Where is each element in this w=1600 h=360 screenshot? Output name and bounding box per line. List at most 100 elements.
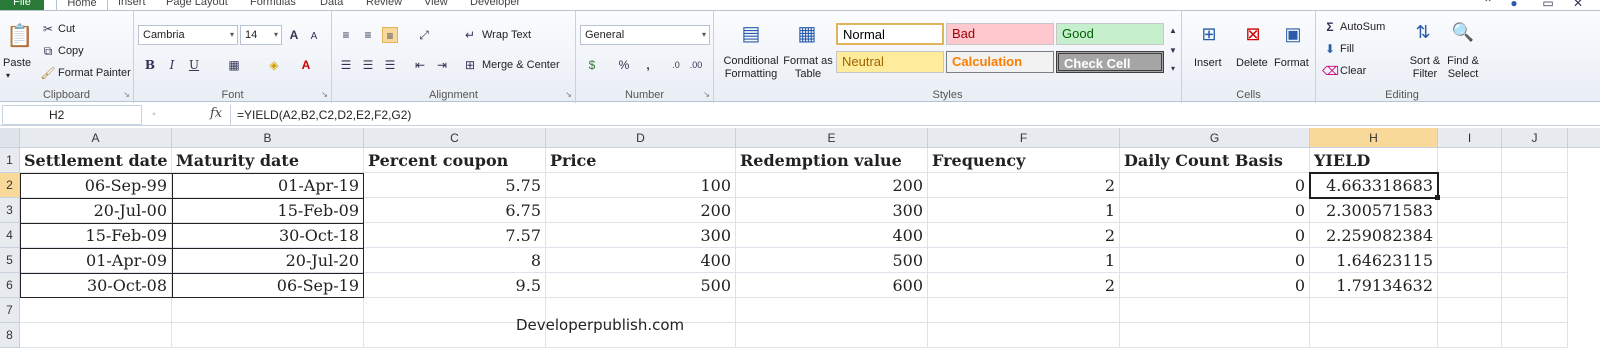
empty-cell[interactable] bbox=[1502, 148, 1568, 173]
font-launcher-icon[interactable]: ↘ bbox=[321, 90, 328, 99]
column-header-f[interactable]: F bbox=[928, 128, 1120, 148]
data-cell[interactable]: 1.64623115 bbox=[1310, 248, 1438, 273]
align-right-icon[interactable]: ☰ bbox=[382, 57, 398, 73]
format-painter-icon[interactable]: 🖌 bbox=[40, 65, 56, 81]
tab-insert[interactable]: Insert bbox=[118, 0, 146, 10]
delete-cells-icon[interactable]: ⊠ bbox=[1240, 21, 1266, 47]
alignment-launcher-icon[interactable]: ↘ bbox=[565, 90, 572, 99]
data-cell[interactable]: 7.57 bbox=[364, 223, 546, 248]
data-cell[interactable]: 0 bbox=[1120, 173, 1310, 198]
data-cell[interactable]: 01-Apr-09 bbox=[20, 248, 172, 273]
row-header[interactable]: 8 bbox=[0, 323, 20, 348]
empty-cell[interactable] bbox=[1502, 223, 1568, 248]
header-cell[interactable]: Redemption value bbox=[736, 148, 928, 173]
tab-page-layout[interactable]: Page Layout bbox=[166, 0, 228, 10]
name-box[interactable]: H2 bbox=[2, 105, 142, 125]
decrease-decimal-icon[interactable]: .00 bbox=[688, 57, 704, 73]
empty-cell[interactable] bbox=[928, 298, 1120, 323]
data-cell[interactable]: 30-Oct-08 bbox=[20, 273, 172, 298]
conditional-formatting-button[interactable]: Conditional Formatting bbox=[718, 55, 784, 81]
grow-font-icon[interactable]: A bbox=[286, 27, 302, 43]
empty-cell[interactable] bbox=[20, 298, 172, 323]
align-top-icon[interactable]: ≡ bbox=[338, 27, 354, 43]
data-cell[interactable]: 300 bbox=[736, 198, 928, 223]
number-launcher-icon[interactable]: ↘ bbox=[703, 90, 710, 99]
data-cell[interactable]: 100 bbox=[546, 173, 736, 198]
header-cell[interactable]: Daily Count Basis bbox=[1120, 148, 1310, 173]
column-header-b[interactable]: B bbox=[172, 128, 364, 148]
data-cell[interactable]: 6.75 bbox=[364, 198, 546, 223]
data-cell[interactable]: 2.259082384 bbox=[1310, 223, 1438, 248]
data-cell[interactable]: 2 bbox=[928, 273, 1120, 298]
data-cell[interactable]: 200 bbox=[546, 198, 736, 223]
empty-cell[interactable] bbox=[1438, 223, 1502, 248]
data-cell[interactable]: 01-Apr-19 bbox=[172, 173, 364, 198]
data-cell[interactable]: 1.79134632 bbox=[1310, 273, 1438, 298]
row-header[interactable]: 2 bbox=[0, 173, 20, 198]
column-header-e[interactable]: E bbox=[736, 128, 928, 148]
column-header-h[interactable]: H bbox=[1310, 128, 1438, 148]
column-header-c[interactable]: C bbox=[364, 128, 546, 148]
data-cell[interactable]: 9.5 bbox=[364, 273, 546, 298]
empty-cell[interactable] bbox=[1438, 198, 1502, 223]
insert-cells-icon[interactable]: ⊞ bbox=[1196, 21, 1222, 47]
empty-cell[interactable] bbox=[1438, 323, 1502, 348]
find-select-icon[interactable]: 🔍 bbox=[1450, 19, 1476, 45]
row-header[interactable]: 4 bbox=[0, 223, 20, 248]
empty-cell[interactable] bbox=[1120, 298, 1310, 323]
align-left-icon[interactable]: ☰ bbox=[338, 57, 354, 73]
tab-review[interactable]: Review bbox=[366, 0, 402, 10]
fill-button[interactable]: Fill bbox=[1340, 43, 1354, 55]
style-good[interactable]: Good bbox=[1056, 23, 1164, 45]
orientation-icon[interactable]: ⤢ bbox=[416, 27, 432, 43]
data-cell[interactable]: 20-Jul-00 bbox=[20, 198, 172, 223]
empty-cell[interactable] bbox=[1502, 273, 1568, 298]
merge-center-icon[interactable]: ⊞ bbox=[462, 57, 478, 73]
header-cell[interactable]: Frequency bbox=[928, 148, 1120, 173]
style-calculation[interactable]: Calculation bbox=[946, 51, 1054, 73]
row-header[interactable]: 3 bbox=[0, 198, 20, 223]
name-box-resize-icon[interactable]: ◦ bbox=[146, 107, 162, 123]
styles-more-icon[interactable]: ▾ bbox=[1165, 61, 1181, 77]
data-cell[interactable]: 30-Oct-18 bbox=[172, 223, 364, 248]
conditional-formatting-icon[interactable]: ▤ bbox=[738, 21, 764, 47]
row-header[interactable]: 5 bbox=[0, 248, 20, 273]
empty-cell[interactable] bbox=[1310, 298, 1438, 323]
empty-cell[interactable] bbox=[1502, 323, 1568, 348]
data-cell[interactable]: 400 bbox=[736, 223, 928, 248]
style-check-cell[interactable]: Check Cell bbox=[1056, 51, 1164, 73]
style-normal[interactable]: Normal bbox=[836, 23, 944, 45]
delete-button[interactable]: Delete bbox=[1236, 57, 1268, 69]
empty-cell[interactable] bbox=[172, 298, 364, 323]
italic-button[interactable]: I bbox=[164, 57, 180, 73]
column-header-g[interactable]: G bbox=[1120, 128, 1310, 148]
empty-cell[interactable] bbox=[172, 323, 364, 348]
empty-cell[interactable] bbox=[1502, 248, 1568, 273]
insert-function-button[interactable]: fx bbox=[210, 106, 222, 121]
data-cell[interactable]: 500 bbox=[546, 273, 736, 298]
empty-cell[interactable] bbox=[1438, 173, 1502, 198]
data-cell[interactable]: 600 bbox=[736, 273, 928, 298]
data-cell[interactable]: 2 bbox=[928, 223, 1120, 248]
comma-button[interactable]: , bbox=[640, 57, 656, 73]
empty-cell[interactable] bbox=[1120, 323, 1310, 348]
empty-cell[interactable] bbox=[1438, 298, 1502, 323]
data-cell[interactable]: 300 bbox=[546, 223, 736, 248]
tab-view[interactable]: View bbox=[424, 0, 448, 10]
data-cell[interactable]: 5.75 bbox=[364, 173, 546, 198]
wrap-text-icon[interactable]: ↵ bbox=[462, 27, 478, 43]
empty-cell[interactable] bbox=[1502, 298, 1568, 323]
autosum-button[interactable]: AutoSum bbox=[1340, 21, 1385, 33]
header-cell[interactable]: YIELD bbox=[1310, 148, 1438, 173]
empty-cell[interactable] bbox=[1502, 198, 1568, 223]
tab-home[interactable]: Home bbox=[56, 0, 108, 10]
styles-scroll-up-icon[interactable]: ▲ bbox=[1165, 23, 1181, 39]
format-button[interactable]: Format bbox=[1274, 57, 1309, 69]
row-header[interactable]: 7 bbox=[0, 298, 20, 323]
font-color-icon[interactable]: A bbox=[298, 57, 314, 73]
empty-cell[interactable] bbox=[736, 298, 928, 323]
autosum-icon[interactable]: Σ bbox=[1322, 19, 1338, 35]
clear-button[interactable]: Clear bbox=[1340, 65, 1366, 77]
data-cell[interactable]: 0 bbox=[1120, 198, 1310, 223]
empty-cell[interactable] bbox=[1502, 173, 1568, 198]
